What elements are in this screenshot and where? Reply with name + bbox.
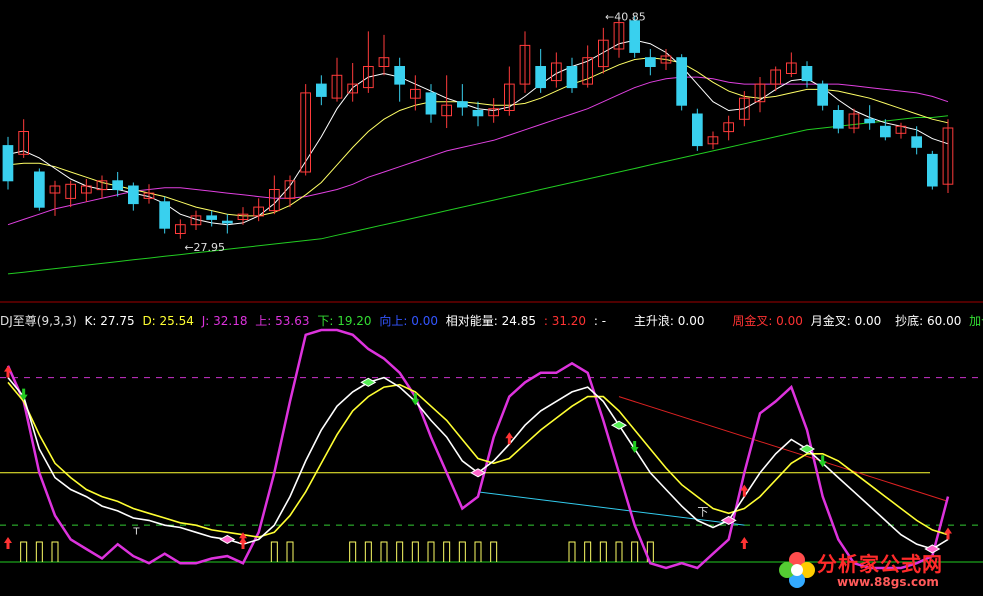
candle-body	[864, 118, 875, 124]
logo-flower-icon	[779, 552, 815, 588]
legend-month-cross: 月金叉: 0.00	[810, 314, 882, 328]
candle-body	[128, 185, 139, 205]
candle-body	[692, 113, 703, 147]
candle-body	[629, 20, 640, 53]
candle-body	[880, 125, 891, 138]
candle-body	[394, 66, 405, 85]
up-arrow-icon	[505, 432, 514, 445]
signal-bar	[490, 541, 498, 562]
signal-bar	[349, 541, 357, 562]
signal-bar	[474, 541, 482, 562]
candle-body	[645, 57, 656, 68]
signal-bar	[584, 541, 592, 562]
legend-k: K: 27.75	[84, 314, 135, 328]
candle-body	[159, 201, 171, 229]
signal-bar	[411, 541, 419, 562]
stock-chart: ←40.85 ←27.95 下 T	[0, 10, 983, 570]
candle-body	[425, 92, 437, 115]
candle-body	[535, 66, 546, 89]
osc-d-line	[7, 381, 949, 538]
up-arrow-icon	[239, 537, 247, 549]
signal-bar	[380, 541, 388, 562]
signal-bar	[20, 541, 28, 562]
signal-bar	[458, 541, 466, 562]
candle-body	[911, 136, 922, 148]
small-marker-text: T	[132, 527, 140, 538]
indicator-legend: DJ至尊(9,3,3) K: 27.75 D: 25.54 J: 32.18 上…	[0, 312, 983, 328]
candle-body	[222, 220, 233, 224]
signal-bar	[35, 541, 43, 562]
up-arrow-icon	[944, 527, 952, 540]
up-arrow-icon	[740, 537, 749, 549]
candle-body	[112, 180, 124, 191]
candle-body	[676, 57, 687, 106]
candle-body	[316, 83, 327, 97]
legend-d: D: 25.54	[142, 314, 194, 328]
trend-line-red	[618, 396, 949, 502]
candle-body	[206, 215, 218, 220]
signal-bar	[396, 541, 404, 562]
legend-energy-val2: : 31.20	[543, 314, 587, 328]
down-marker-text: 下	[697, 506, 708, 519]
high-price-label: ←40.85	[605, 10, 646, 23]
up-arrow-icon	[4, 365, 12, 378]
legend-down: 下: 19.20	[317, 314, 372, 328]
candle-body	[927, 153, 938, 187]
watermark-url: www.88gs.com	[837, 575, 939, 589]
candle-body	[801, 66, 813, 82]
candle-body	[472, 110, 484, 117]
legend-energy: 相对能量: 24.85	[445, 314, 537, 328]
candle-body	[34, 171, 45, 208]
legend-up: 上: 53.63	[255, 314, 310, 328]
signal-bar	[51, 541, 59, 562]
signal-bar	[443, 541, 451, 562]
up-arrow-icon	[4, 537, 12, 549]
signal-bar	[631, 541, 639, 562]
down-arrow-icon	[630, 441, 639, 453]
legend-j: J: 32.18	[201, 314, 248, 328]
signal-bar	[270, 541, 278, 562]
signal-bar	[615, 541, 623, 562]
signal-bar	[427, 541, 435, 562]
signal-bar	[599, 541, 607, 562]
legend-energy-dash: : -	[593, 314, 607, 328]
low-price-label: ←27.95	[184, 241, 225, 254]
candle-body	[566, 66, 578, 89]
legend-week-cross: 周金叉: 0.00	[732, 314, 803, 328]
watermark: 分析家公式网 www.88gs.com	[777, 542, 977, 594]
candle-body	[817, 83, 828, 106]
green-diamond-marker	[610, 420, 628, 430]
candle-body	[2, 145, 14, 182]
legend-main-wave: 主升浪: 0.00	[633, 314, 705, 328]
signal-bar	[286, 541, 294, 562]
pink-diamond-marker	[219, 534, 236, 545]
legend-toward: 向上: 0.00	[379, 314, 438, 328]
legend-add: 加仓: 0.00	[969, 314, 983, 328]
osc-k-line	[7, 376, 949, 550]
candle-body	[833, 110, 844, 129]
candle-body	[457, 101, 468, 108]
legend-name: DJ至尊(9,3,3)	[0, 314, 77, 328]
watermark-brand: 分析家公式网	[817, 552, 943, 576]
signal-bar	[364, 541, 372, 562]
signal-bar	[568, 541, 576, 562]
legend-bottom: 抄底: 60.00	[895, 314, 962, 328]
